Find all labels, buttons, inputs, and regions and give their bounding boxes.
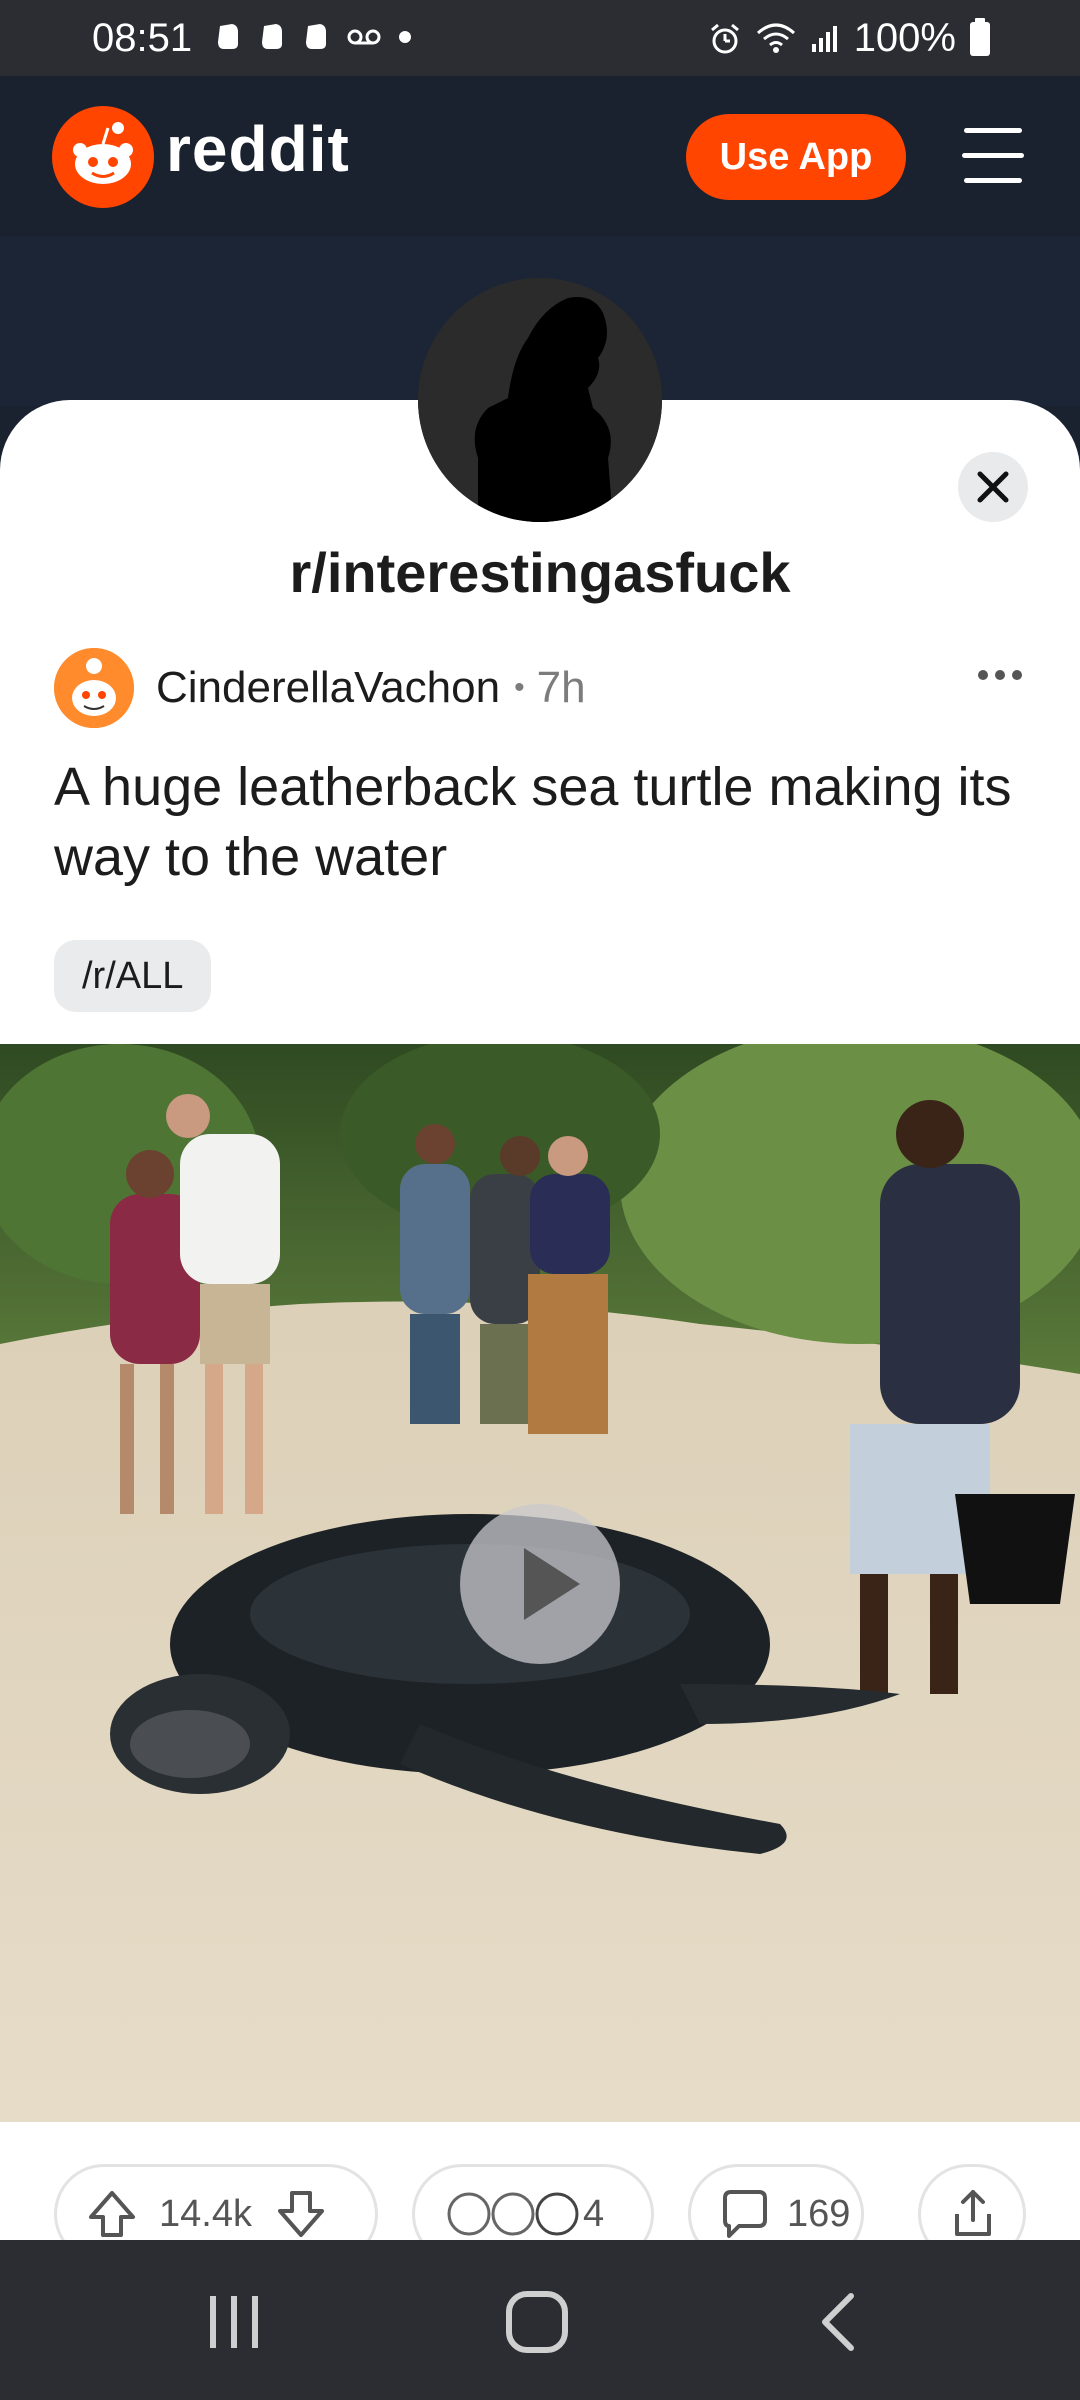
reddit-header: reddit Use App xyxy=(0,76,1080,236)
close-button[interactable] xyxy=(958,452,1028,522)
share-icon xyxy=(955,2190,991,2236)
vote-control: 14.4k xyxy=(54,2164,378,2240)
reddit-wordmark[interactable]: reddit xyxy=(166,112,350,186)
video-player[interactable] xyxy=(0,1044,1080,2122)
share-button[interactable] xyxy=(918,2164,1026,2240)
awards-button[interactable]: 4 xyxy=(412,2164,654,2240)
post-actions: 14.4k 4 169 xyxy=(0,2164,1080,2240)
hamburger-menu-icon[interactable] xyxy=(958,126,1028,186)
post-meta: CinderellaVachon • 7h xyxy=(54,648,586,728)
recent-apps-icon[interactable] xyxy=(204,2292,264,2352)
downvote-icon[interactable] xyxy=(274,2187,328,2240)
evernote-icon xyxy=(262,24,282,49)
voicemail-icon xyxy=(347,29,381,45)
evernote-icon xyxy=(306,24,326,49)
post-title[interactable]: A huge leatherback sea turtle making its… xyxy=(54,752,1014,892)
awards-icon xyxy=(447,2192,579,2236)
use-app-button[interactable]: Use App xyxy=(686,114,906,200)
upvote-icon[interactable] xyxy=(85,2187,139,2240)
reddit-logo-icon[interactable] xyxy=(52,106,154,208)
system-status: 100% xyxy=(708,16,990,61)
battery-percent: 100% xyxy=(853,16,956,60)
evernote-icon xyxy=(218,24,238,49)
dot-icon xyxy=(399,31,411,43)
notification-icons xyxy=(214,22,412,52)
vote-count: 14.4k xyxy=(159,2192,252,2235)
meta-separator: • xyxy=(514,671,525,704)
comments-button[interactable]: 169 xyxy=(688,2164,864,2240)
more-options-icon[interactable] xyxy=(970,660,1030,690)
status-time: 08:51 xyxy=(92,16,193,60)
battery-icon xyxy=(970,17,990,56)
play-button[interactable] xyxy=(460,1504,620,1664)
author-name[interactable]: CinderellaVachon xyxy=(156,663,500,713)
author-avatar[interactable] xyxy=(54,648,134,728)
system-nav-bar xyxy=(0,2240,1080,2400)
subreddit-avatar[interactable] xyxy=(418,278,662,522)
signal-icon xyxy=(811,25,837,52)
post-time: 7h xyxy=(536,663,586,712)
back-icon[interactable] xyxy=(815,2290,859,2354)
status-bar: 08:51 100% xyxy=(0,0,1080,76)
subreddit-name[interactable]: r/interestingasfuck xyxy=(0,540,1080,605)
wifi-icon xyxy=(756,23,795,53)
post-flair[interactable]: /r/ALL xyxy=(54,940,212,1012)
alarm-icon xyxy=(710,23,739,53)
awards-count: 4 xyxy=(583,2192,605,2235)
home-icon[interactable] xyxy=(505,2290,569,2354)
comment-count: 169 xyxy=(787,2192,851,2235)
comment-icon xyxy=(723,2190,767,2238)
close-icon xyxy=(977,471,1009,503)
